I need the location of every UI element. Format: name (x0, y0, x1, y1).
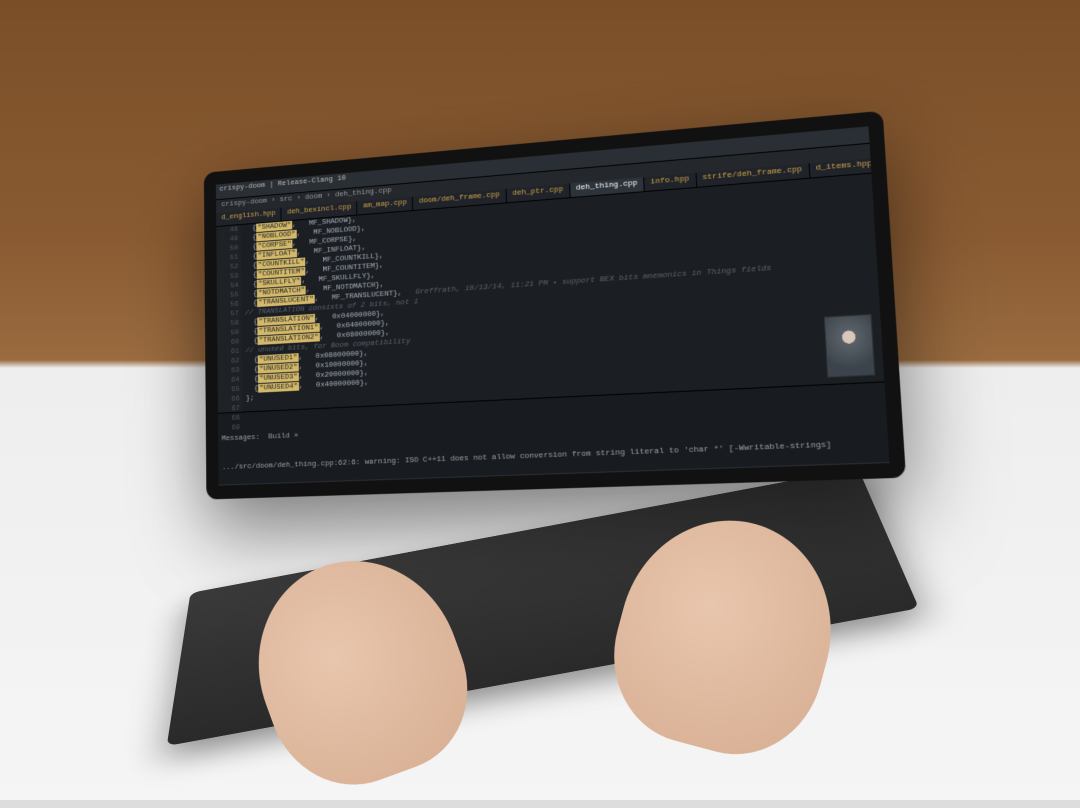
build-config[interactable]: Release-Clang 10 (278, 174, 346, 188)
ide-window: crispy-doom | Release-Clang 10 crispy-do… (204, 111, 906, 500)
photo-scene: crispy-doom | Release-Clang 10 crispy-do… (0, 0, 1080, 800)
line-gutter: 48 49 50 51 52 53 54 55 56 57 58 59 60 6… (216, 225, 242, 413)
project-name: crispy-doom (219, 181, 265, 193)
messages-header[interactable]: Messages: Build × (222, 406, 883, 444)
debug-thumbnail (824, 314, 875, 378)
message-line[interactable]: .../src/doom/deh_thing.cpp:62:6: warning… (222, 438, 884, 473)
